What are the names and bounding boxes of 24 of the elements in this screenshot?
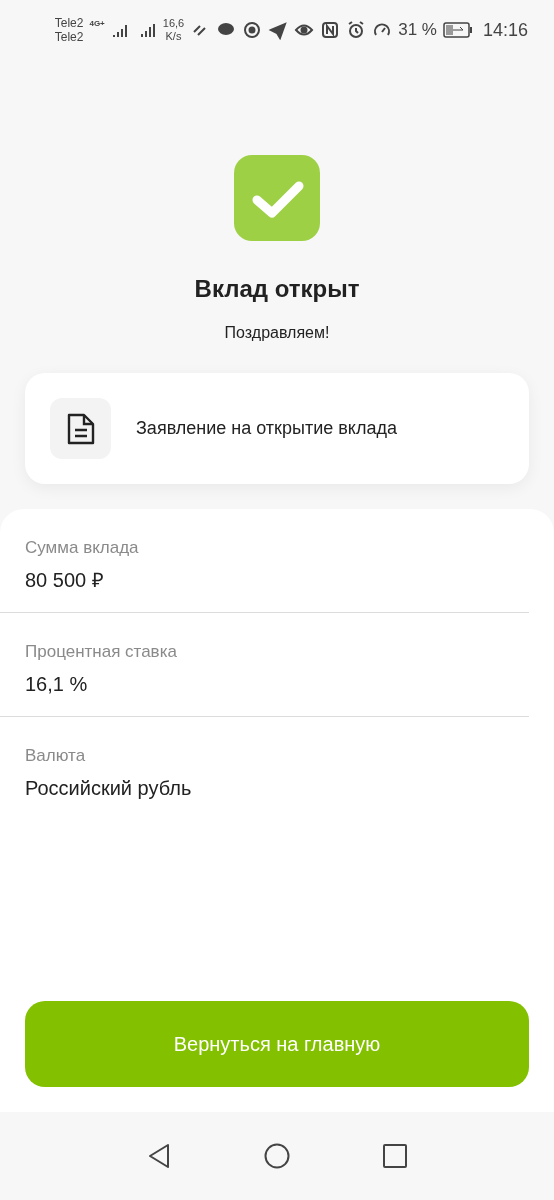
speed-value: 16,6 [162, 17, 185, 30]
detail-label: Сумма вклада [25, 537, 140, 559]
carrier-name: Tele2 [54, 16, 84, 30]
battery-percent: 31 % [398, 19, 437, 42]
send-icon [268, 20, 289, 40]
speed-unit: K/s [165, 30, 182, 43]
success-check-icon [234, 155, 320, 241]
detail-value: Российский рубль [25, 775, 193, 801]
carrier-name: Tele2 [54, 30, 84, 44]
clock-time: 14:16 [482, 18, 528, 42]
detail-label: Валюта [25, 745, 87, 767]
network-type: 4G+ [89, 18, 105, 30]
document-card[interactable]: Заявление на открытие вклада [25, 373, 529, 484]
document-icon [65, 411, 96, 446]
detail-value: 16,1 % [25, 671, 89, 697]
detail-label: Процентная ставка [25, 641, 178, 663]
nfc-icon [320, 20, 341, 40]
battery-icon [442, 22, 473, 38]
home-icon[interactable] [264, 1143, 290, 1169]
title: Вклад открыт [193, 274, 361, 304]
subtitle: Поздравляем! [223, 323, 331, 343]
back-icon[interactable] [146, 1143, 171, 1169]
recents-icon[interactable] [383, 1144, 408, 1168]
detail-value: 80 500 ₽ [25, 567, 105, 593]
